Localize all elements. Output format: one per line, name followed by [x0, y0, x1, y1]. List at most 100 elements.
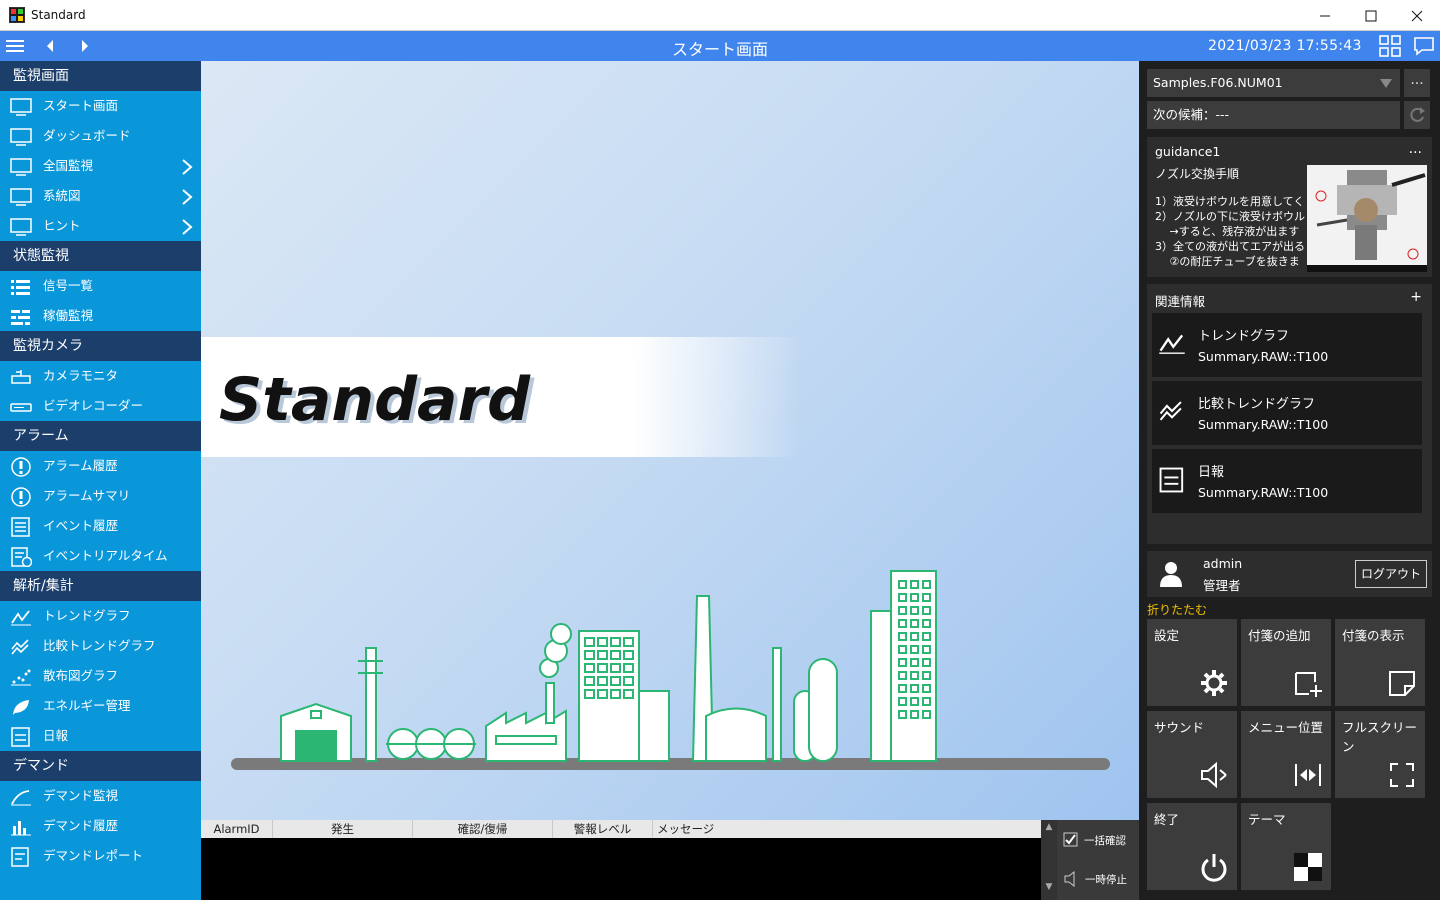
- report-icon: [1158, 467, 1186, 495]
- related-item-subtitle: Summary.RAW::T100: [1198, 485, 1329, 500]
- sidebar-item[interactable]: エネルギー管理: [0, 691, 201, 721]
- tile-label: 設定: [1154, 628, 1180, 643]
- sidebar-item-label: デマンド監視: [43, 788, 119, 803]
- column-header[interactable]: メッセージ: [653, 820, 1042, 838]
- related-info-panel: 関連情報 + トレンドグラフ Summary.RAW::T100 比較トレンドグラフ…: [1147, 284, 1432, 544]
- sidebar-section-header: 状態監視: [0, 241, 201, 271]
- chevron-right-icon[interactable]: [181, 217, 193, 235]
- demand-report-icon: [10, 847, 32, 867]
- sidebar-item[interactable]: ダッシュボード: [0, 121, 201, 151]
- tile-label: フルスクリーン: [1342, 720, 1418, 754]
- column-header[interactable]: AlarmID: [201, 820, 273, 838]
- related-add-button[interactable]: +: [1410, 289, 1422, 305]
- related-item[interactable]: 比較トレンドグラフ Summary.RAW::T100: [1152, 381, 1422, 445]
- related-item-subtitle: Summary.RAW::T100: [1198, 349, 1329, 364]
- sidebar-item[interactable]: イベント履歴: [0, 511, 201, 541]
- alarm-scrollbar[interactable]: ▲ ▼: [1041, 820, 1057, 900]
- tile-button[interactable]: メニュー位置: [1241, 711, 1331, 798]
- event-list-icon: [10, 517, 32, 537]
- app-icon: [9, 7, 25, 23]
- sidebar-item[interactable]: ヒント: [0, 211, 201, 241]
- chevron-right-icon[interactable]: [181, 157, 193, 175]
- mute-speaker-icon: [1064, 871, 1075, 887]
- user-icon: [1160, 562, 1182, 587]
- sidebar-item[interactable]: イベントリアルタイム: [0, 541, 201, 571]
- sidebar-item[interactable]: カメラモニタ: [0, 361, 201, 391]
- menu-button[interactable]: [6, 35, 26, 57]
- sidebar-item[interactable]: 比較トレンドグラフ: [0, 631, 201, 661]
- recorder-icon: [10, 397, 32, 415]
- guidance-more-button[interactable]: ...: [1409, 141, 1422, 157]
- sidebar-section-header: アラーム: [0, 421, 201, 451]
- maximize-button[interactable]: [1348, 0, 1394, 31]
- guidance-title: guidance1: [1155, 144, 1221, 159]
- tile-button[interactable]: 付箋の表示: [1335, 619, 1425, 706]
- pause-button[interactable]: 一時停止: [1063, 865, 1127, 893]
- signal-more-button[interactable]: ...: [1404, 69, 1430, 97]
- sidebar-item-label: デマンド履歴: [43, 818, 119, 833]
- list-icon: [10, 277, 32, 295]
- guidance-step: 3）全ての液が出てエアが出る: [1155, 240, 1305, 253]
- related-item[interactable]: 日報 Summary.RAW::T100: [1152, 449, 1422, 513]
- sidebar-item[interactable]: 散布図グラフ: [0, 661, 201, 691]
- ack-all-button[interactable]: 一括確認: [1063, 826, 1126, 854]
- layout-button[interactable]: [1379, 35, 1401, 57]
- title-banner: Standard: [201, 337, 801, 457]
- sidebar-item-label: アラーム履歴: [43, 458, 118, 473]
- main-canvas: Standard: [201, 61, 1139, 820]
- back-button[interactable]: [42, 35, 58, 57]
- factory-illustration: [231, 570, 1110, 770]
- hamburger-icon: [6, 40, 24, 52]
- sidebar-item[interactable]: 日報: [0, 721, 201, 751]
- tile-button[interactable]: 終了: [1147, 803, 1237, 890]
- tile-button[interactable]: サウンド: [1147, 711, 1237, 798]
- sidebar-item[interactable]: 全国監視: [0, 151, 201, 181]
- sidebar-item[interactable]: デマンド監視: [0, 781, 201, 811]
- monitor-icon: [10, 187, 32, 206]
- sidebar-item[interactable]: アラームサマリ: [0, 481, 201, 511]
- tile-label: サウンド: [1154, 720, 1205, 735]
- menu-position-icon: [1293, 760, 1323, 790]
- minimize-icon: [1320, 15, 1330, 16]
- sidebar-item[interactable]: 信号一覧: [0, 271, 201, 301]
- column-header[interactable]: 確認/復帰: [413, 820, 553, 838]
- sidebar-item[interactable]: 稼働監視: [0, 301, 201, 331]
- collapse-button[interactable]: 折りたたむ: [1147, 601, 1207, 618]
- alarm-controls: 一括確認 一時停止: [1057, 820, 1139, 900]
- close-button[interactable]: [1394, 0, 1440, 31]
- signal-select[interactable]: Samples.F06.NUM01: [1147, 69, 1400, 97]
- gear-icon: [1199, 668, 1229, 698]
- column-header[interactable]: 発生: [273, 820, 413, 838]
- sidebar-section-header: 解析/集計: [0, 571, 201, 601]
- refresh-button[interactable]: [1404, 101, 1430, 129]
- sidebar-item[interactable]: トレンドグラフ: [0, 601, 201, 631]
- related-item[interactable]: トレンドグラフ Summary.RAW::T100: [1152, 313, 1422, 377]
- scroll-down-icon[interactable]: ▼: [1041, 882, 1057, 892]
- sidebar-item[interactable]: アラーム履歴: [0, 451, 201, 481]
- leaf-icon: [10, 697, 32, 715]
- logout-button[interactable]: ログアウト: [1355, 560, 1427, 588]
- sidebar-item[interactable]: 系統図: [0, 181, 201, 211]
- sidebar-item-label: スタート画面: [43, 98, 119, 113]
- sidebar-item[interactable]: デマンドレポート: [0, 841, 201, 871]
- report-icon: [10, 727, 32, 747]
- sidebar-item[interactable]: スタート画面: [0, 91, 201, 121]
- tile-button[interactable]: 設定: [1147, 619, 1237, 706]
- scroll-up-icon[interactable]: ▲: [1041, 822, 1057, 832]
- sidebar-item-label: 全国監視: [43, 158, 94, 173]
- sidebar-item-label: イベント履歴: [43, 518, 119, 533]
- window-titlebar: Standard: [0, 0, 1440, 31]
- alarm-table-header: AlarmID 発生 確認/復帰 警報レベル メッセージ: [201, 820, 1042, 838]
- tile-button[interactable]: 付箋の追加: [1241, 619, 1331, 706]
- forward-button[interactable]: [77, 35, 93, 57]
- tile-button[interactable]: テーマ: [1241, 803, 1331, 890]
- message-button[interactable]: [1413, 35, 1435, 57]
- column-header[interactable]: 警報レベル: [553, 820, 653, 838]
- minimize-button[interactable]: [1302, 0, 1348, 31]
- checkbox-icon: [1063, 832, 1078, 847]
- sidebar-item[interactable]: ビデオレコーダー: [0, 391, 201, 421]
- chevron-right-icon[interactable]: [181, 187, 193, 205]
- sidebar-item[interactable]: デマンド履歴: [0, 811, 201, 841]
- speaker-icon: [1199, 760, 1229, 790]
- tile-button[interactable]: フルスクリーン: [1335, 711, 1425, 798]
